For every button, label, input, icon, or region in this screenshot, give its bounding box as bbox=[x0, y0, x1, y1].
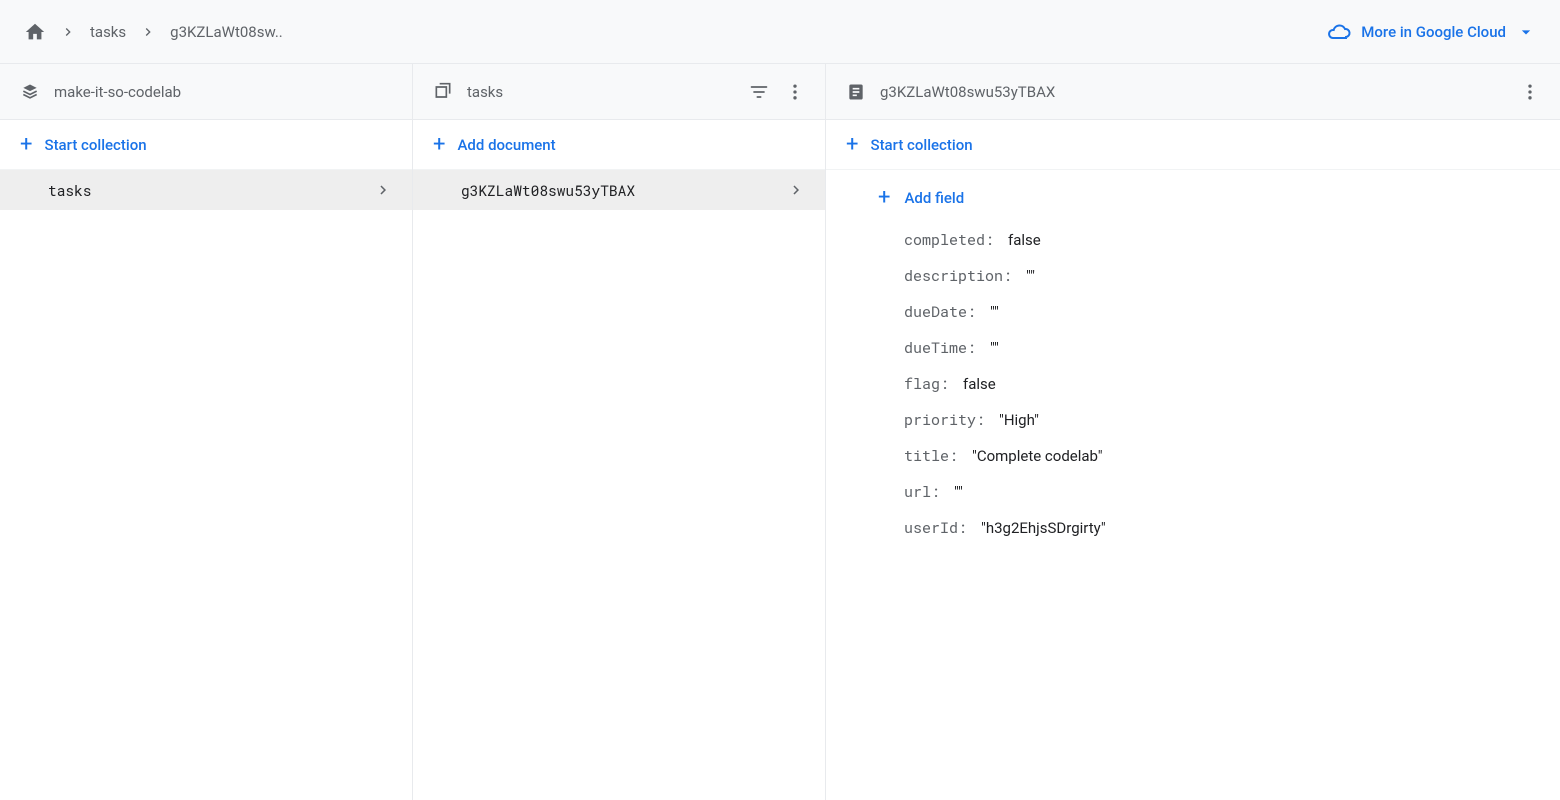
cloud-icon bbox=[1327, 20, 1351, 44]
field-key: priority bbox=[904, 410, 985, 430]
field-row[interactable]: title "Complete codelab" bbox=[826, 438, 1560, 474]
field-row[interactable]: dueDate "" bbox=[826, 294, 1560, 330]
field-value: false bbox=[963, 375, 996, 393]
root-title: make-it-so-codelab bbox=[54, 83, 392, 101]
field-value: "Complete codelab" bbox=[972, 447, 1103, 465]
more-vert-icon[interactable] bbox=[785, 82, 805, 102]
field-row[interactable]: flag false bbox=[826, 366, 1560, 402]
field-key: title bbox=[904, 446, 958, 466]
collection-item-tasks[interactable]: tasks bbox=[0, 170, 412, 210]
document-panel-header: g3KZLaWt08swu53yTBAX bbox=[826, 64, 1560, 120]
add-document-button[interactable]: + Add document bbox=[413, 120, 825, 170]
plus-icon: + bbox=[433, 134, 445, 156]
start-subcollection-button[interactable]: + Start collection bbox=[826, 120, 1560, 170]
more-in-google-cloud-link[interactable]: More in Google Cloud bbox=[1327, 20, 1536, 44]
breadcrumb-item[interactable]: g3KZLaWt08sw.. bbox=[170, 23, 283, 41]
document-fields: + Add field completedfalsedescription""d… bbox=[826, 170, 1560, 546]
database-icon bbox=[20, 82, 40, 102]
collection-title: tasks bbox=[467, 83, 735, 101]
field-row[interactable]: description "" bbox=[826, 258, 1560, 294]
collection-icon bbox=[433, 82, 453, 102]
chevron-right-icon bbox=[374, 181, 392, 199]
field-key: flag bbox=[904, 374, 949, 394]
filter-icon[interactable] bbox=[749, 82, 769, 102]
field-key: dueDate bbox=[904, 302, 976, 322]
add-field-button[interactable]: + Add field bbox=[826, 174, 1560, 222]
chevron-right-icon bbox=[140, 24, 156, 40]
add-document-label: Add document bbox=[457, 136, 555, 154]
home-icon[interactable] bbox=[24, 21, 46, 43]
chevron-down-icon bbox=[1516, 22, 1536, 42]
field-key: url bbox=[904, 482, 940, 502]
field-row[interactable]: url "" bbox=[826, 474, 1560, 510]
breadcrumb: tasks g3KZLaWt08sw.. bbox=[24, 21, 283, 43]
field-key: description bbox=[904, 266, 1012, 286]
plus-icon: + bbox=[878, 187, 890, 209]
plus-icon: + bbox=[20, 134, 32, 156]
field-row[interactable]: userId "h3g2EhjsSDrgirty" bbox=[826, 510, 1560, 546]
document-item[interactable]: g3KZLaWt08swu53yTBAX bbox=[413, 170, 825, 210]
cloud-link-label: More in Google Cloud bbox=[1361, 23, 1506, 41]
field-value: "High" bbox=[999, 411, 1039, 429]
field-value: "" bbox=[1026, 267, 1035, 285]
field-value: "" bbox=[990, 339, 999, 357]
chevron-right-icon bbox=[60, 24, 76, 40]
document-title: g3KZLaWt08swu53yTBAX bbox=[880, 83, 1506, 101]
field-value: false bbox=[1008, 231, 1041, 249]
document-panel: g3KZLaWt08swu53yTBAX + Start collection … bbox=[826, 64, 1560, 800]
field-value: "h3g2EhjsSDrgirty" bbox=[981, 519, 1106, 537]
document-item-label: g3KZLaWt08swu53yTBAX bbox=[461, 181, 635, 200]
chevron-right-icon bbox=[787, 181, 805, 199]
start-subcollection-label: Start collection bbox=[870, 136, 972, 154]
more-vert-icon[interactable] bbox=[1520, 82, 1540, 102]
field-key: userId bbox=[904, 518, 967, 538]
field-key: dueTime bbox=[904, 338, 976, 358]
plus-icon: + bbox=[846, 134, 858, 156]
start-collection-button[interactable]: + Start collection bbox=[0, 120, 412, 170]
breadcrumb-item[interactable]: tasks bbox=[90, 23, 126, 41]
field-key: completed bbox=[904, 230, 994, 250]
root-panel: make-it-so-codelab + Start collection ta… bbox=[0, 64, 413, 800]
root-panel-header: make-it-so-codelab bbox=[0, 64, 412, 120]
document-icon bbox=[846, 82, 866, 102]
add-field-label: Add field bbox=[904, 189, 964, 207]
collection-panel: tasks + Add document g3KZLaWt08swu53yTBA… bbox=[413, 64, 826, 800]
field-row[interactable]: completed false bbox=[826, 222, 1560, 258]
field-value: "" bbox=[954, 483, 963, 501]
field-row[interactable]: dueTime "" bbox=[826, 330, 1560, 366]
field-row[interactable]: priority "High" bbox=[826, 402, 1560, 438]
field-value: "" bbox=[990, 303, 999, 321]
collection-panel-header: tasks bbox=[413, 64, 825, 120]
collection-item-label: tasks bbox=[48, 181, 92, 200]
start-collection-label: Start collection bbox=[44, 136, 146, 154]
